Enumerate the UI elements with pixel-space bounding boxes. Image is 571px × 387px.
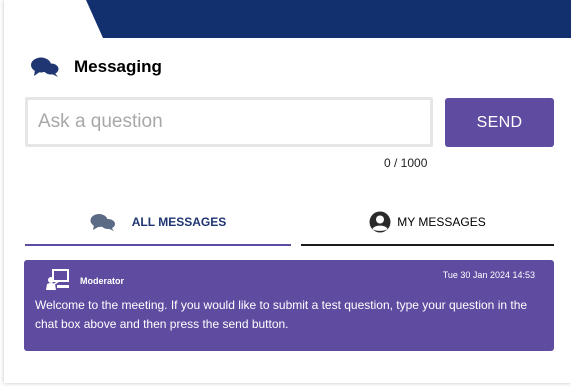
send-button[interactable]: SEND	[445, 98, 554, 147]
character-counter: 0 / 1000	[384, 156, 428, 170]
tab-all-messages[interactable]: ALL MESSAGES	[25, 200, 291, 246]
message-text: Welcome to the meeting. If you would lik…	[35, 298, 528, 331]
chat-bubbles-icon	[90, 214, 115, 231]
chat-bubbles-icon	[31, 57, 59, 77]
tab-my-messages[interactable]: MY MESSAGES	[301, 200, 554, 246]
presenter-icon	[46, 269, 69, 290]
message-timestamp: Tue 30 Jan 2024 14:53	[442, 270, 535, 280]
messaging-header: Messaging	[30, 54, 162, 80]
tab-label: MY MESSAGES	[397, 215, 486, 229]
message-card: Moderator Tue 30 Jan 2024 14:53 Welcome …	[24, 260, 554, 351]
tab-label: ALL MESSAGES	[131, 215, 227, 229]
message-author: Moderator	[80, 276, 125, 286]
question-input[interactable]	[25, 97, 433, 147]
messaging-title: Messaging	[74, 57, 162, 76]
top-banner	[86, 0, 571, 38]
user-avatar-icon	[369, 211, 391, 233]
